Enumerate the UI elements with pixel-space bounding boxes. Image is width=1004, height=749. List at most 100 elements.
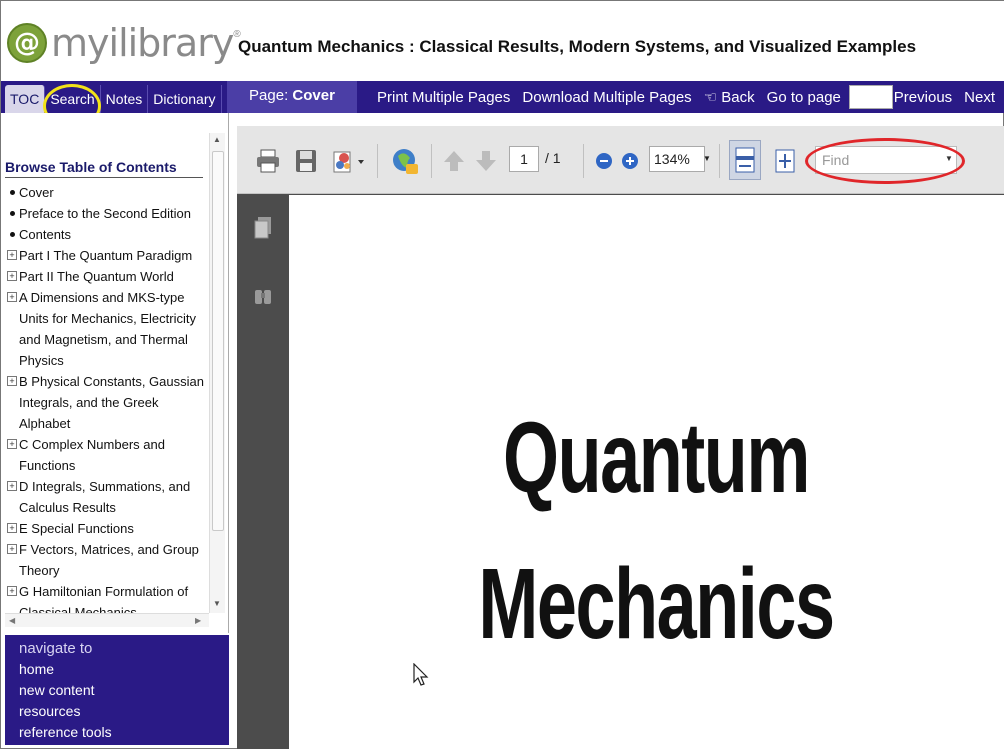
zoom-in-icon[interactable] (619, 146, 641, 176)
page-title-line-1: Quantum (503, 402, 810, 514)
expand-plus-icon[interactable]: + (5, 539, 19, 581)
navigate-to-title: navigate to (19, 640, 93, 657)
nav-home-link[interactable]: home (19, 659, 215, 680)
share-icon[interactable] (329, 146, 369, 176)
toc-item-label: Part I The Quantum Paradigm (19, 248, 193, 263)
toc-item[interactable]: + F Vectors, Matrices, and Group Theory (5, 539, 205, 581)
toc-item[interactable]: Cover (5, 182, 205, 203)
toc-item[interactable]: + G Hamiltonian Formulation of Classical … (5, 581, 205, 613)
toc-item[interactable]: + E Special Functions (5, 518, 205, 539)
save-icon[interactable] (291, 146, 321, 176)
book-title: Quantum Mechanics : Classical Results, M… (238, 37, 917, 56)
toc-panel: Browse Table of Contents Cover Preface to… (5, 113, 205, 613)
toc-item-label: C Complex Numbers and Functions (19, 437, 165, 473)
nav-resources-link[interactable]: resources (19, 701, 215, 722)
zoom-level[interactable]: 134% (649, 146, 705, 172)
nav-links: Print Multiple Pages Download Multiple P… (371, 81, 893, 113)
expand-plus-icon[interactable]: + (5, 434, 19, 476)
download-multiple-pages-link[interactable]: Download Multiple Pages (522, 89, 691, 106)
toc-item[interactable]: + D Integrals, Summations, and Calculus R… (5, 476, 205, 518)
toc-item-label: D Integrals, Summations, and Calculus Re… (19, 479, 191, 515)
tab-search[interactable]: Search (45, 85, 101, 113)
toc-heading: Browse Table of Contents (5, 159, 203, 178)
pdf-page: Quantum Mechanics (289, 195, 1004, 749)
tab-notes[interactable]: Notes (100, 85, 149, 113)
current-page-label: Page: Cover (227, 81, 357, 113)
binoculars-icon[interactable] (253, 284, 273, 308)
logo-badge-icon: @ (7, 23, 47, 63)
previous-link[interactable]: Previous (894, 89, 952, 106)
tab-toc[interactable]: TOC (5, 85, 46, 113)
expand-plus-icon[interactable]: + (5, 476, 19, 518)
find-dropdown-icon[interactable]: ▼ (945, 154, 953, 163)
scroll-up-icon[interactable]: ▲ (213, 135, 221, 144)
page-label-prefix: Page: (249, 87, 289, 104)
scroll-down-icon[interactable]: ▼ (213, 599, 221, 608)
page-number-input[interactable]: 1 (509, 146, 539, 172)
page-title-line-2: Mechanics (478, 548, 835, 660)
nav-new-content-link[interactable]: new content (19, 680, 215, 701)
find-input[interactable]: Find (815, 146, 957, 174)
mouse-cursor-icon (413, 663, 429, 686)
bullet-icon (5, 224, 19, 245)
expand-plus-icon[interactable]: + (5, 518, 19, 539)
toc-item[interactable]: + A Dimensions and MKS-type Units for Mec… (5, 287, 205, 371)
zoom-out-icon[interactable] (593, 146, 615, 176)
viewer-side-panel (237, 194, 289, 749)
back-link[interactable]: ☜ Back (704, 88, 755, 106)
toc-item-label: Part II The Quantum World (19, 269, 174, 284)
toc-item[interactable]: + B Physical Constants, Gaussian Integral… (5, 371, 205, 434)
pdf-viewer: 1 / 1 134% ▼ Find ▼ Quantum Mechanics (237, 126, 1004, 749)
navigate-to-panel: navigate to home new content resources r… (5, 635, 229, 745)
logo-text: myilibrary (51, 21, 234, 65)
nav-bar: TOC Search Notes Dictionary Page: Cover … (1, 81, 1004, 113)
toc-item-label: Cover (19, 185, 54, 200)
expand-plus-icon[interactable]: + (5, 581, 19, 613)
toolbar-separator (583, 144, 584, 178)
previous-page-arrow-icon[interactable] (441, 146, 467, 176)
pages-icon[interactable] (253, 216, 273, 240)
zoom-dropdown-icon[interactable]: ▼ (703, 154, 711, 163)
page-label-value: Cover (292, 87, 335, 104)
toc-item[interactable]: Contents (5, 224, 205, 245)
fit-page-icon[interactable] (771, 146, 799, 176)
pdf-toolbar: 1 / 1 134% ▼ Find ▼ (237, 126, 1004, 194)
bullet-icon (5, 182, 19, 203)
print-icon[interactable] (253, 146, 283, 176)
toc-horizontal-scrollbar[interactable]: ◀ ▶ (5, 613, 209, 627)
go-to-page-input[interactable] (848, 85, 893, 109)
toc-sidebar: Browse Table of Contents Cover Preface to… (1, 113, 229, 633)
expand-plus-icon[interactable]: + (5, 287, 19, 371)
myilibrary-logo[interactable]: @ myilibrary ® (7, 23, 241, 63)
toolbar-separator (719, 144, 720, 178)
expand-plus-icon[interactable]: + (5, 245, 19, 266)
go-to-page-label: Go to page (766, 88, 841, 106)
nav-right: Previous Next (888, 81, 1001, 113)
toc-item[interactable]: + C Complex Numbers and Functions (5, 434, 205, 476)
expand-plus-icon[interactable]: + (5, 266, 19, 287)
toc-item-label: E Special Functions (19, 521, 134, 536)
expand-plus-icon[interactable]: + (5, 371, 19, 434)
scroll-left-icon[interactable]: ◀ (9, 616, 15, 625)
toc-item[interactable]: Preface to the Second Edition (5, 203, 205, 224)
print-multiple-pages-link[interactable]: Print Multiple Pages (377, 89, 510, 106)
scroll-right-icon[interactable]: ▶ (195, 616, 201, 625)
back-hand-icon: ☜ (703, 89, 718, 106)
toc-item[interactable]: + Part II The Quantum World (5, 266, 205, 287)
toc-vertical-scrollbar[interactable]: ▲ ▼ (209, 133, 225, 613)
scrollbar-thumb[interactable] (212, 151, 224, 531)
sidebar-tabs: TOC Search Notes Dictionary (5, 85, 222, 113)
next-link[interactable]: Next (964, 89, 995, 106)
toc-item-label: A Dimensions and MKS-type Units for Mech… (19, 290, 196, 368)
toc-item-label: Preface to the Second Edition (19, 206, 192, 221)
next-page-arrow-icon[interactable] (473, 146, 499, 176)
toc-item-label: G Hamiltonian Formulation of Classical M… (19, 584, 189, 613)
fit-width-icon[interactable] (729, 140, 761, 180)
toc-item-label: F Vectors, Matrices, and Group Theory (19, 542, 199, 578)
toc-item-label: Contents (19, 227, 72, 242)
bullet-icon (5, 203, 19, 224)
tab-dictionary[interactable]: Dictionary (148, 85, 222, 113)
nav-reference-tools-link[interactable]: reference tools (19, 722, 215, 743)
toc-item[interactable]: + Part I The Quantum Paradigm (5, 245, 205, 266)
globe-icon[interactable] (389, 146, 421, 176)
